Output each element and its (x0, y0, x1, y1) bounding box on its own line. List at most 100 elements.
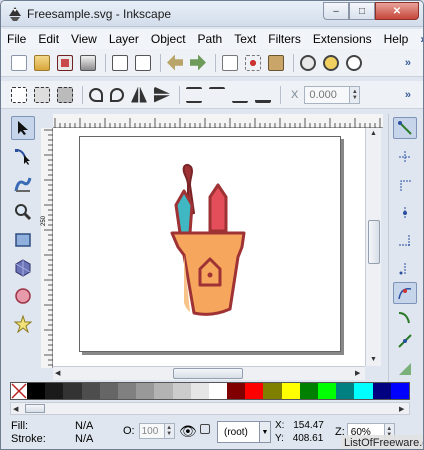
palette-scroll-right-icon[interactable]: ▶ (399, 405, 404, 413)
snap-more-icon[interactable] (393, 358, 417, 380)
export-icon[interactable] (135, 54, 151, 71)
scroll-up-icon[interactable]: ▲ (370, 130, 377, 137)
snap-bbox-corner-icon[interactable] (393, 202, 417, 224)
snap-bbox-icon[interactable] (393, 146, 417, 168)
swatch[interactable] (136, 383, 155, 399)
minimize-button[interactable]: – (323, 2, 349, 20)
menu-path[interactable]: Path (198, 32, 223, 46)
rectangle-tool-icon[interactable] (11, 228, 35, 252)
3d-box-tool-icon[interactable] (11, 256, 35, 280)
swatch[interactable] (99, 383, 118, 399)
menu-extensions[interactable]: Extensions (313, 32, 372, 46)
paste-icon[interactable] (268, 54, 284, 71)
menu-text[interactable]: Text (234, 32, 256, 46)
raise-icon[interactable] (209, 86, 225, 103)
snap-bbox-edge-icon[interactable] (393, 174, 417, 196)
swatch[interactable] (263, 383, 282, 399)
palette-scroll-thumb[interactable] (25, 404, 45, 413)
snap-nodes-icon[interactable] (393, 282, 417, 304)
swatch[interactable] (45, 383, 64, 399)
swatch[interactable] (27, 383, 46, 399)
tweak-tool-icon[interactable] (11, 172, 35, 196)
swatch[interactable] (318, 383, 337, 399)
zoom-drawing-icon[interactable] (323, 54, 339, 71)
swatch[interactable] (81, 383, 100, 399)
vertical-scrollbar[interactable]: ▲ ▼ (365, 128, 381, 366)
vertical-scroll-thumb[interactable] (368, 220, 380, 264)
opacity-input[interactable] (138, 423, 165, 439)
flip-vertical-icon[interactable] (154, 86, 170, 103)
copy-icon[interactable] (222, 54, 238, 71)
swatch[interactable] (208, 383, 228, 399)
snap-path-icon[interactable] (393, 306, 417, 328)
palette-scrollbar[interactable]: ◀ ▶ (10, 402, 410, 415)
node-tool-icon[interactable] (11, 144, 35, 168)
snap-bbox-midpoint-icon[interactable] (393, 230, 417, 252)
menu-overflow-icon[interactable]: » (420, 32, 423, 46)
snap-bbox-center-icon[interactable] (393, 258, 417, 280)
swatch[interactable] (281, 383, 300, 399)
horizontal-scrollbar[interactable]: ◀ ▶ (53, 366, 365, 380)
import-icon[interactable] (112, 54, 128, 71)
x-input[interactable] (304, 85, 351, 104)
stroke-value[interactable]: N/A (75, 433, 93, 445)
horizontal-scroll-thumb[interactable] (173, 368, 243, 379)
swatch[interactable] (245, 383, 264, 399)
opacity-spinner[interactable]: ▲ ▼ (164, 423, 175, 439)
swatch[interactable] (172, 383, 191, 399)
scroll-down-icon[interactable]: ▼ (370, 356, 377, 363)
zoom-selection-icon[interactable] (300, 54, 316, 71)
lower-icon[interactable] (232, 87, 248, 103)
star-tool-icon[interactable] (11, 312, 35, 336)
no-paint-icon[interactable] (11, 383, 27, 399)
raise-to-top-icon[interactable] (186, 86, 202, 103)
swatch[interactable] (354, 383, 373, 399)
swatch[interactable] (390, 383, 409, 399)
layer-lock-icon[interactable] (200, 424, 210, 434)
swatch[interactable] (299, 383, 318, 399)
lower-to-bottom-icon[interactable] (255, 87, 271, 103)
swatch[interactable] (336, 383, 355, 399)
save-icon[interactable] (57, 54, 73, 71)
swatch[interactable] (190, 383, 209, 399)
selector-tool-icon[interactable] (11, 116, 35, 140)
layer-visibility-eye-icon[interactable]: 👁 (179, 423, 197, 440)
select-all-layers-icon[interactable] (34, 86, 50, 103)
print-icon[interactable] (80, 54, 96, 71)
menu-layer[interactable]: Layer (109, 32, 139, 46)
flip-horizontal-icon[interactable] (131, 86, 147, 103)
swatch[interactable] (372, 383, 391, 399)
toolbar-overflow-icon[interactable]: » (405, 57, 411, 69)
select-all-icon[interactable] (11, 86, 27, 103)
ellipse-tool-icon[interactable] (11, 284, 35, 308)
menu-object[interactable]: Object (151, 32, 186, 46)
new-document-icon[interactable] (11, 54, 27, 71)
undo-icon[interactable] (167, 54, 183, 71)
menu-filters[interactable]: Filters (268, 32, 301, 46)
menu-file[interactable]: File (7, 32, 26, 46)
cut-icon[interactable] (245, 54, 261, 71)
toolbar-overflow-icon[interactable]: » (405, 89, 411, 101)
swatch[interactable] (117, 383, 137, 399)
x-spinner[interactable]: ▲ ▼ (350, 85, 361, 104)
snap-cusp-node-icon[interactable] (393, 330, 417, 352)
zoom-tool-icon[interactable] (11, 200, 35, 224)
maximize-button[interactable]: □ (349, 2, 375, 20)
fill-value[interactable]: N/A (75, 420, 93, 432)
scroll-left-icon[interactable]: ◀ (55, 369, 60, 377)
menu-help[interactable]: Help (384, 32, 409, 46)
rotate-ccw-icon[interactable] (89, 87, 103, 102)
menu-edit[interactable]: Edit (38, 32, 59, 46)
redo-icon[interactable] (190, 54, 206, 71)
swatch[interactable] (63, 383, 82, 399)
rotate-cw-icon[interactable] (110, 87, 124, 102)
swatch[interactable] (154, 383, 173, 399)
menu-view[interactable]: View (71, 32, 97, 46)
open-folder-icon[interactable] (34, 54, 50, 71)
snap-toggle-icon[interactable] (393, 117, 417, 139)
close-button[interactable]: ✕ (375, 2, 419, 20)
scroll-right-icon[interactable]: ▶ (355, 369, 360, 377)
layer-dropdown-arrow-icon[interactable]: ▼ (259, 421, 271, 443)
deselect-icon[interactable] (57, 86, 73, 103)
drawing-canvas[interactable] (53, 128, 365, 366)
